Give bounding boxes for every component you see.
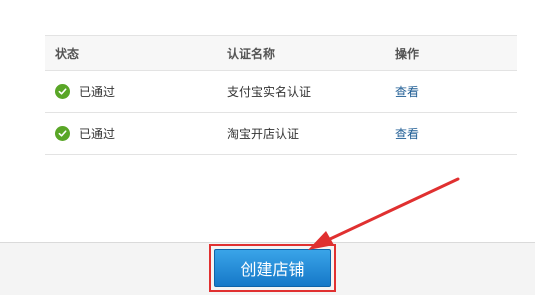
table-row: 已通过 淘宝开店认证 查看 xyxy=(45,113,517,155)
cert-name: 淘宝开店认证 xyxy=(227,127,300,141)
view-link[interactable]: 查看 xyxy=(395,71,419,112)
header-status: 状态 xyxy=(55,46,80,61)
cert-name: 支付宝实名认证 xyxy=(227,85,312,99)
create-store-button[interactable]: 创建店铺 xyxy=(214,249,331,287)
certification-table: 状态 认证名称 操作 已通过 支付宝实名认证 查看 已通过 淘宝开店认证 查看 xyxy=(45,35,517,155)
check-circle-icon xyxy=(55,84,70,99)
highlight-box: 创建店铺 xyxy=(209,244,336,292)
status-text: 已通过 xyxy=(79,85,116,99)
status-text: 已通过 xyxy=(79,127,116,141)
header-name: 认证名称 xyxy=(227,46,276,61)
table-row: 已通过 支付宝实名认证 查看 xyxy=(45,71,517,113)
header-action: 操作 xyxy=(395,46,420,61)
status-cell: 已通过 xyxy=(55,71,115,112)
table-header: 状态 认证名称 操作 xyxy=(45,36,517,71)
check-circle-icon xyxy=(55,126,70,141)
status-cell: 已通过 xyxy=(55,113,115,154)
view-link[interactable]: 查看 xyxy=(395,113,419,154)
